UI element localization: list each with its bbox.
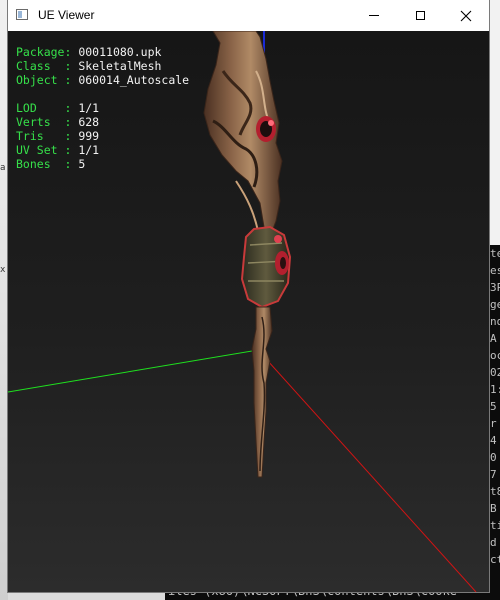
console-line: ti — [490, 519, 500, 532]
console-line: r — [490, 417, 497, 430]
console-line: d — [490, 536, 497, 549]
desktop-background-left — [0, 0, 8, 600]
info-uvset-value: 1/1 — [78, 143, 100, 157]
info-object-row: Object : 060014_Autoscale — [16, 73, 189, 87]
console-line: ge — [490, 298, 500, 311]
info-tris-label: Tris : — [16, 129, 72, 143]
console-line: 02 — [490, 366, 500, 379]
console-line: B — [490, 502, 497, 515]
3d-viewport[interactable]: Package: 00011080.upk Class : SkeletalMe… — [8, 31, 489, 592]
info-package-label: Package: — [16, 45, 72, 59]
axis-y-line — [8, 349, 259, 393]
console-line: oc — [490, 349, 500, 362]
close-button[interactable] — [443, 0, 489, 31]
info-bones-label: Bones : — [16, 157, 72, 171]
axis-x-line — [257, 349, 477, 592]
desktop-glyph-x: x — [0, 265, 6, 275]
minimize-icon — [369, 15, 379, 16]
info-bones-value: 5 — [78, 157, 86, 171]
console-line: es — [490, 264, 500, 277]
ue-viewer-window: UE Viewer Package: 00011080.upk Class: … — [8, 0, 489, 592]
info-tris-value: 999 — [78, 129, 100, 143]
console-line: nd — [490, 315, 500, 328]
info-class-value: SkeletalMesh — [78, 59, 162, 73]
info-package-value: 00011080.upk — [78, 45, 162, 59]
desktop-glyph-a: a — [0, 163, 6, 173]
console-line: A — [490, 332, 497, 345]
info-class-label: Class : — [16, 59, 72, 73]
window-title: UE Viewer — [38, 8, 95, 22]
info-uvset-label: UV Set : — [16, 143, 72, 157]
info-class-row: Class : SkeletalMesh — [16, 59, 189, 73]
info-object-value: 060014_Autoscale — [78, 73, 190, 87]
console-line: 1: — [490, 383, 500, 396]
info-uvset-row: UV Set : 1/1 — [16, 143, 189, 157]
console-line: 7 — [490, 468, 497, 481]
console-line: te — [490, 247, 500, 260]
console-line: 5 — [490, 400, 497, 413]
red-ornament-band — [275, 251, 289, 275]
console-line: 4 — [490, 434, 497, 447]
red-ornament-upper — [256, 116, 276, 142]
mesh-lower-shaft — [251, 306, 273, 478]
minimize-button[interactable] — [351, 0, 397, 31]
console-line: ct — [490, 553, 500, 566]
info-object-label: Object : — [16, 73, 72, 87]
maximize-button[interactable] — [397, 0, 443, 31]
info-lod-value: 1/1 — [78, 101, 100, 115]
mesh-info-panel: Package: 00011080.upk Class : SkeletalMe… — [16, 45, 189, 171]
title-bar[interactable]: UE Viewer — [8, 0, 489, 31]
close-icon — [460, 10, 472, 21]
console-line: t8 — [490, 485, 500, 498]
background-console-window: te es 3P ge nd Aoc 02 1: 5 r 4 0 7 t8 Bti d ct — [489, 245, 500, 600]
info-verts-row: Verts : 628 — [16, 115, 189, 129]
info-lod-label: LOD : — [16, 101, 72, 115]
console-line: 3P — [490, 281, 500, 294]
info-verts-label: Verts : — [16, 115, 72, 129]
red-stud — [274, 235, 282, 243]
app-window-icon[interactable] — [16, 9, 28, 20]
console-line: 0 — [490, 451, 497, 464]
info-lod-row: LOD : 1/1 — [16, 101, 189, 115]
info-verts-value: 628 — [78, 115, 100, 129]
maximize-icon — [415, 11, 425, 20]
info-bones-row: Bones : 5 — [16, 157, 189, 171]
info-package-row: Package: 00011080.upk — [16, 45, 189, 59]
info-tris-row: Tris : 999 — [16, 129, 189, 143]
